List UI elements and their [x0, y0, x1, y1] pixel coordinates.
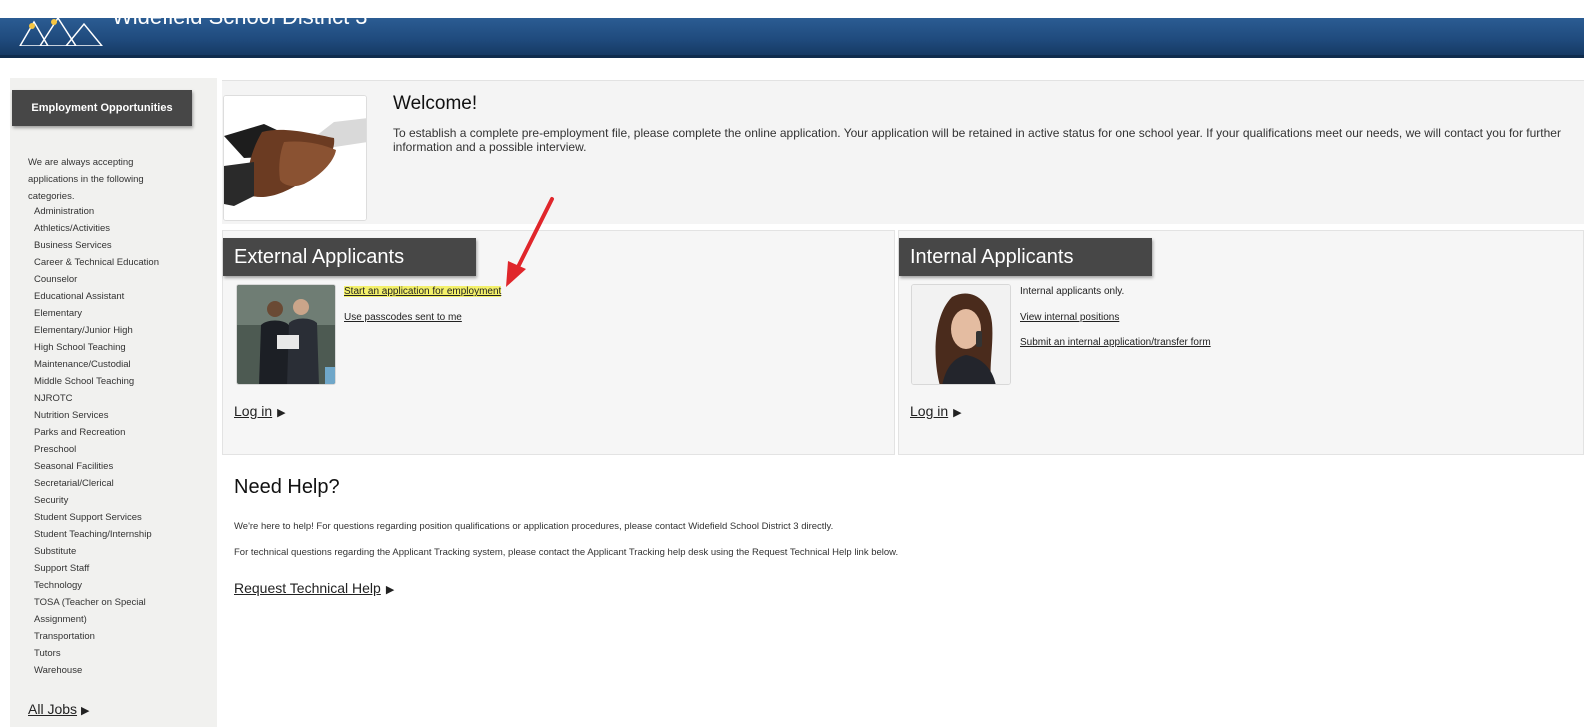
- businessmen-photo: [236, 284, 336, 385]
- category-item: Student Teaching/Internship: [34, 529, 152, 540]
- help-text-2: For technical questions regarding the Ap…: [234, 547, 899, 558]
- category-item: Security: [34, 495, 69, 506]
- internal-login-label[interactable]: Log in: [910, 403, 948, 419]
- category-item: Seasonal Facilities: [34, 461, 114, 472]
- district-name[interactable]: Widefield School District 3: [112, 18, 368, 30]
- external-login-link[interactable]: Log in ▶: [234, 403, 286, 419]
- internal-applicants-heading: Internal Applicants: [899, 238, 1152, 276]
- category-item: Middle School Teaching: [34, 376, 135, 387]
- play-arrow-icon: ▶: [953, 407, 962, 419]
- view-internal-positions-link[interactable]: View internal positions: [1020, 312, 1119, 323]
- external-applicants-panel: External Applicants Start an application…: [222, 230, 895, 455]
- category-item: Nutrition Services: [34, 410, 109, 421]
- category-item: Assignment): [34, 614, 87, 625]
- category-item: Business Services: [34, 240, 112, 251]
- woman-phone-photo: [911, 284, 1011, 385]
- category-item: Support Staff: [34, 563, 90, 574]
- businessmen-image-icon: [237, 285, 335, 384]
- category-list: Administration Athletics/Activities Busine…: [34, 203, 159, 679]
- all-jobs-link[interactable]: All Jobs ▶: [28, 701, 90, 717]
- external-applicants-heading: External Applicants: [223, 238, 476, 276]
- play-arrow-icon: ▶: [277, 407, 286, 419]
- category-item: Secretarial/Clerical: [34, 478, 114, 489]
- category-item: Administration: [34, 206, 95, 217]
- all-jobs-label[interactable]: All Jobs: [28, 701, 77, 717]
- category-item: Parks and Recreation: [34, 427, 126, 438]
- internal-only-note: Internal applicants only.: [1020, 286, 1125, 297]
- handshake-image: [223, 95, 367, 221]
- play-arrow-icon: ▶: [81, 705, 90, 717]
- welcome-title: Welcome!: [393, 93, 478, 114]
- category-item: Elementary: [34, 308, 83, 319]
- play-arrow-icon: ▶: [385, 584, 395, 596]
- category-item: Tutors: [34, 648, 61, 659]
- category-item: Substitute: [34, 546, 77, 557]
- category-item: Counselor: [34, 274, 78, 285]
- welcome-text: To establish a complete pre-employment f…: [393, 126, 1561, 154]
- sidebar-intro: We are always accepting applications in …: [28, 157, 144, 202]
- need-help-title: Need Help?: [234, 476, 340, 498]
- category-item: Warehouse: [34, 665, 83, 676]
- start-application-link[interactable]: Start an application for employment: [344, 286, 502, 297]
- submit-internal-application-link[interactable]: Submit an internal application/transfer …: [1020, 337, 1211, 348]
- employment-opportunities-heading: Employment Opportunities: [12, 90, 192, 126]
- category-item: Career & Technical Education: [34, 257, 159, 268]
- category-item: Elementary/Junior High: [34, 325, 133, 336]
- site-header: Widefield School District 3: [0, 18, 1584, 58]
- category-item: Preschool: [34, 444, 77, 455]
- request-technical-help-label[interactable]: Request Technical Help: [234, 580, 381, 596]
- top-strip: [0, 0, 1584, 18]
- woman-phone-image-icon: [912, 285, 1010, 384]
- category-item: NJROTC: [34, 393, 73, 404]
- internal-login-link[interactable]: Log in ▶: [910, 403, 962, 419]
- category-item: Transportation: [34, 631, 95, 642]
- category-item: Maintenance/Custodial: [34, 359, 131, 370]
- category-item: Technology: [34, 580, 83, 591]
- category-item: Educational Assistant: [34, 291, 125, 302]
- category-item: Athletics/Activities: [34, 223, 111, 234]
- category-item: TOSA (Teacher on Special: [34, 597, 146, 608]
- category-item: Student Support Services: [34, 512, 142, 523]
- use-passcodes-link[interactable]: Use passcodes sent to me: [344, 312, 462, 323]
- handshake-icon: [224, 96, 366, 220]
- external-login-label[interactable]: Log in: [234, 403, 272, 419]
- request-technical-help-link[interactable]: Request Technical Help ▶: [234, 580, 394, 596]
- mountain-logo-icon: [19, 18, 103, 46]
- internal-applicants-panel: Internal Applicants Internal applicants …: [898, 230, 1584, 455]
- help-text-1: We're here to help! For questions regard…: [234, 521, 834, 532]
- start-application-label[interactable]: Start an application for employment: [344, 286, 502, 297]
- category-item: High School Teaching: [34, 342, 126, 353]
